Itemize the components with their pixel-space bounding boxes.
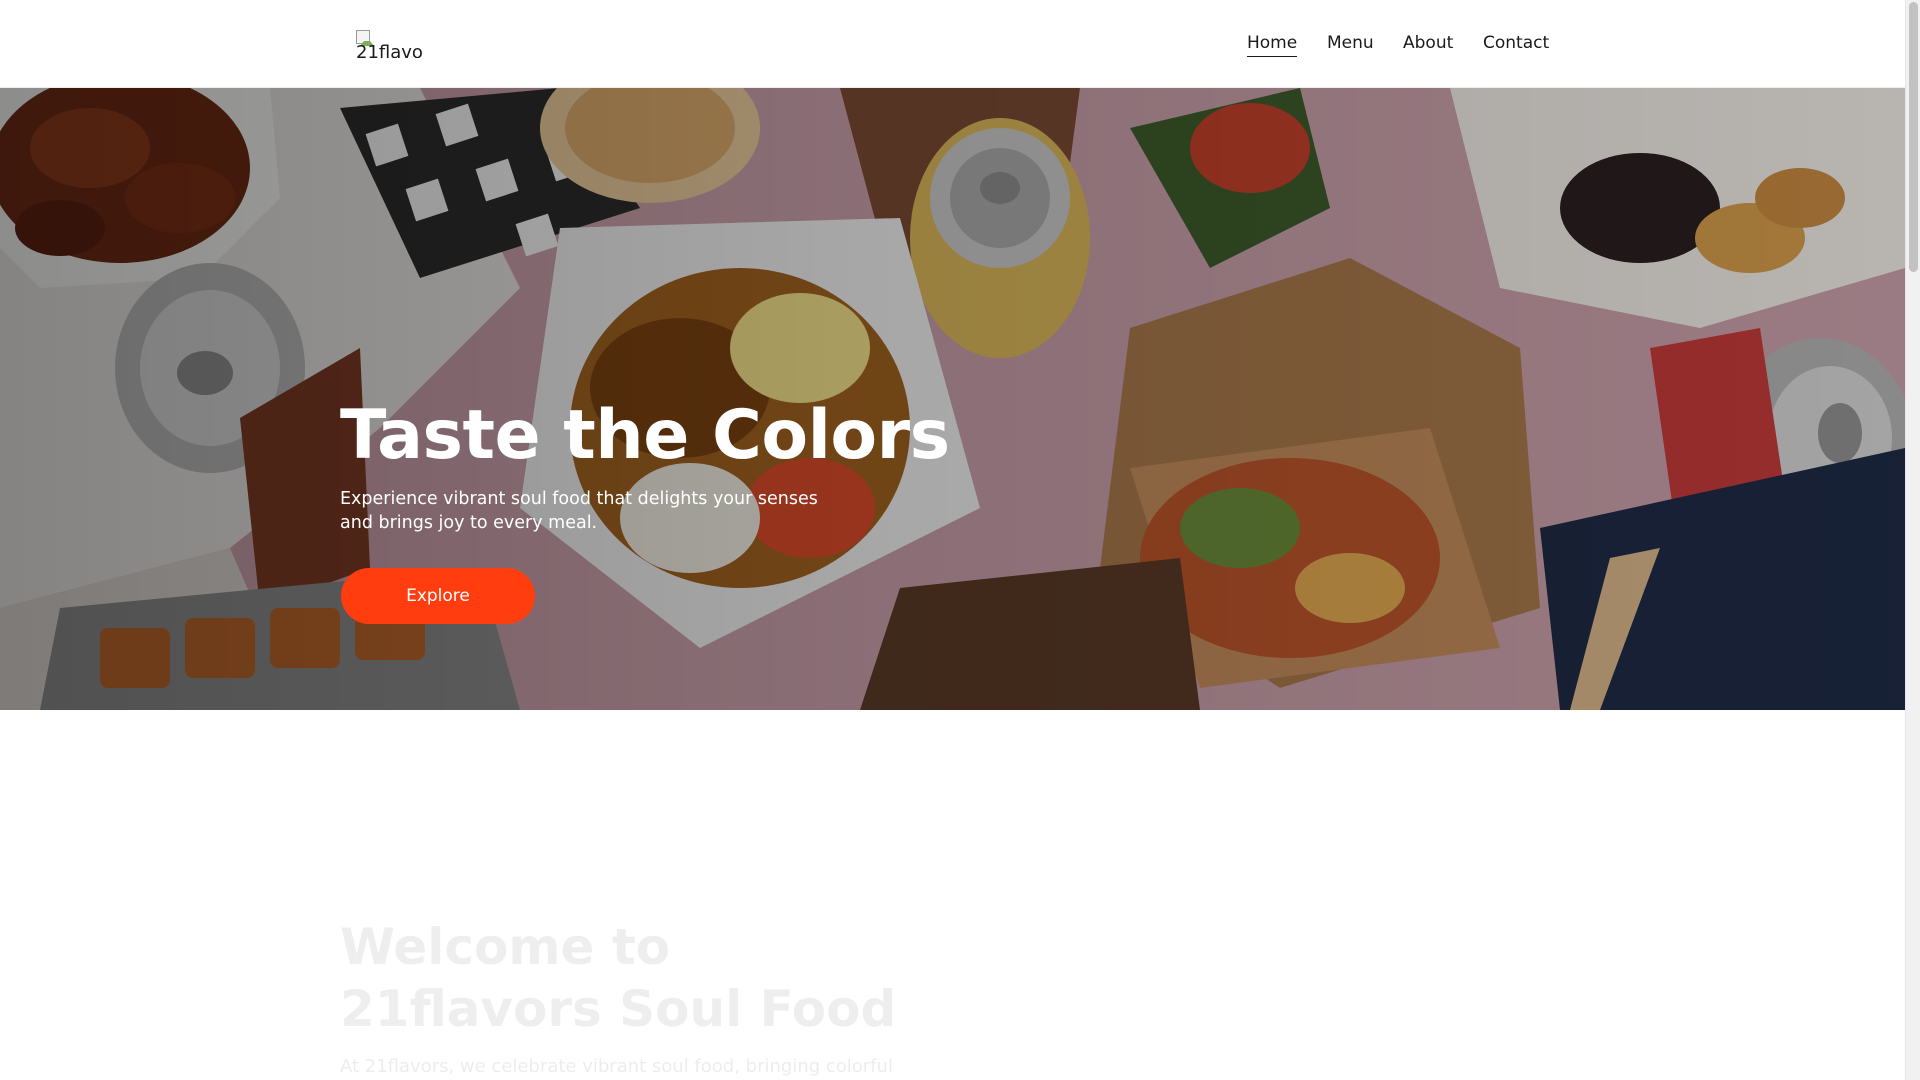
main-nav: Home Menu About Contact <box>0 30 1905 60</box>
nav-link-about[interactable]: About <box>1403 30 1453 56</box>
hero-dark-overlay <box>0 88 1905 710</box>
welcome-text: At 21flavors, we celebrate vibrant soul … <box>340 1056 893 1077</box>
welcome-title: Welcome to 21flavors Soul Food <box>340 918 897 1038</box>
hero-title: Taste the Colors <box>340 396 950 475</box>
explore-button[interactable]: Explore <box>341 568 535 624</box>
hero-section: Taste the Colors Experience vibrant soul… <box>0 88 1905 710</box>
page-scrollbar[interactable] <box>1905 0 1920 1080</box>
nav-link-contact[interactable]: Contact <box>1483 30 1549 56</box>
nav-link-home[interactable]: Home <box>1247 30 1298 57</box>
nav-link-menu[interactable]: Menu <box>1327 30 1374 56</box>
hero-subtitle: Experience vibrant soul food that deligh… <box>340 489 818 533</box>
site-header: 21flavors Home Menu About Contact <box>0 0 1905 88</box>
scrollbar-thumb[interactable] <box>1909 2 1918 272</box>
